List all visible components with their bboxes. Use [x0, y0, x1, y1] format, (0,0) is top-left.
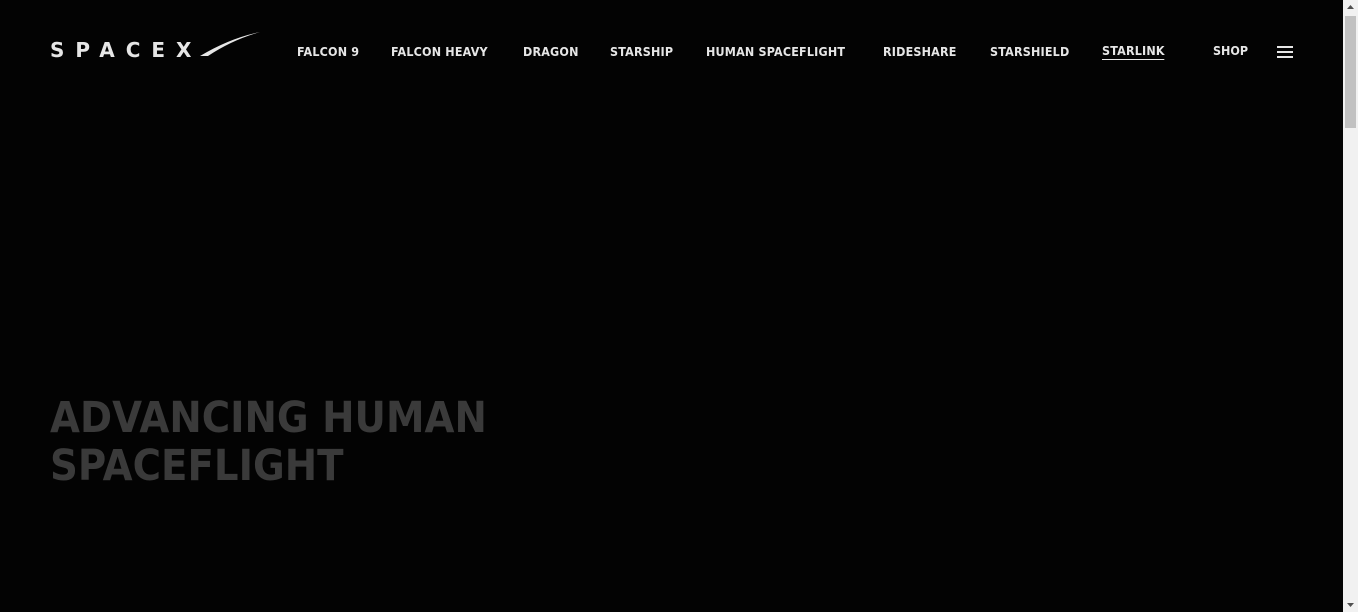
- hero-title: ADVANCING HUMAN SPACEFLIGHT: [50, 394, 487, 490]
- scroll-up-arrow-icon[interactable]: [1343, 0, 1358, 15]
- nav-starship[interactable]: STARSHIP: [610, 45, 673, 60]
- viewport: SPACEX FALCON 9 FALCON HEAVY DRAGON STAR…: [0, 0, 1343, 612]
- nav-falcon-heavy[interactable]: FALCON HEAVY: [391, 45, 488, 60]
- hero-title-line-2: SPACEFLIGHT: [50, 441, 344, 491]
- spacex-logo-icon: SPACEX: [50, 32, 260, 62]
- shop-link[interactable]: SHOP: [1213, 44, 1248, 58]
- primary-nav: FALCON 9 FALCON HEAVY DRAGON STARSHIP HU…: [297, 44, 1197, 60]
- nav-dragon[interactable]: DRAGON: [523, 45, 579, 60]
- scrollbar-thumb[interactable]: [1345, 16, 1356, 128]
- hamburger-menu-icon[interactable]: [1277, 46, 1293, 58]
- svg-text:SPACEX: SPACEX: [50, 38, 202, 62]
- hero-title-line-1: ADVANCING HUMAN: [50, 393, 487, 443]
- scroll-down-arrow-icon[interactable]: [1343, 597, 1358, 612]
- nav-starlink[interactable]: STARLINK: [1102, 44, 1166, 60]
- nav-human-spaceflight[interactable]: HUMAN SPACEFLIGHT: [706, 45, 845, 60]
- nav-falcon-9[interactable]: FALCON 9: [297, 45, 359, 60]
- nav-starshield[interactable]: STARSHIELD: [990, 45, 1069, 60]
- spacex-logo[interactable]: SPACEX: [50, 30, 260, 62]
- vertical-scrollbar[interactable]: [1343, 0, 1358, 612]
- nav-rideshare[interactable]: RIDESHARE: [883, 45, 957, 60]
- page: SPACEX FALCON 9 FALCON HEAVY DRAGON STAR…: [0, 0, 1358, 612]
